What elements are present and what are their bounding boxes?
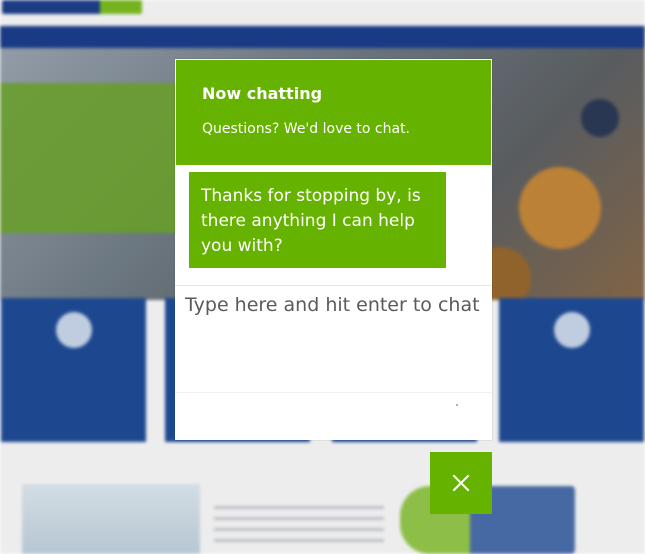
chat-message-input[interactable] [175,286,492,392]
agent-message-text: Thanks for stopping by, is there anythin… [201,186,421,256]
chat-footer [175,392,492,440]
agent-message-bubble: Thanks for stopping by, is there anythin… [189,172,446,268]
chat-subtitle: Questions? We'd love to chat. [202,121,411,137]
chat-message-log: Thanks for stopping by, is there anythin… [175,165,492,285]
footer-dot [456,404,458,406]
chat-window: Now chatting Questions? We'd love to cha… [175,59,492,440]
chat-title: Now chatting [202,84,323,103]
close-chat-button[interactable] [430,452,492,514]
chat-header: Now chatting Questions? We'd love to cha… [176,60,491,165]
